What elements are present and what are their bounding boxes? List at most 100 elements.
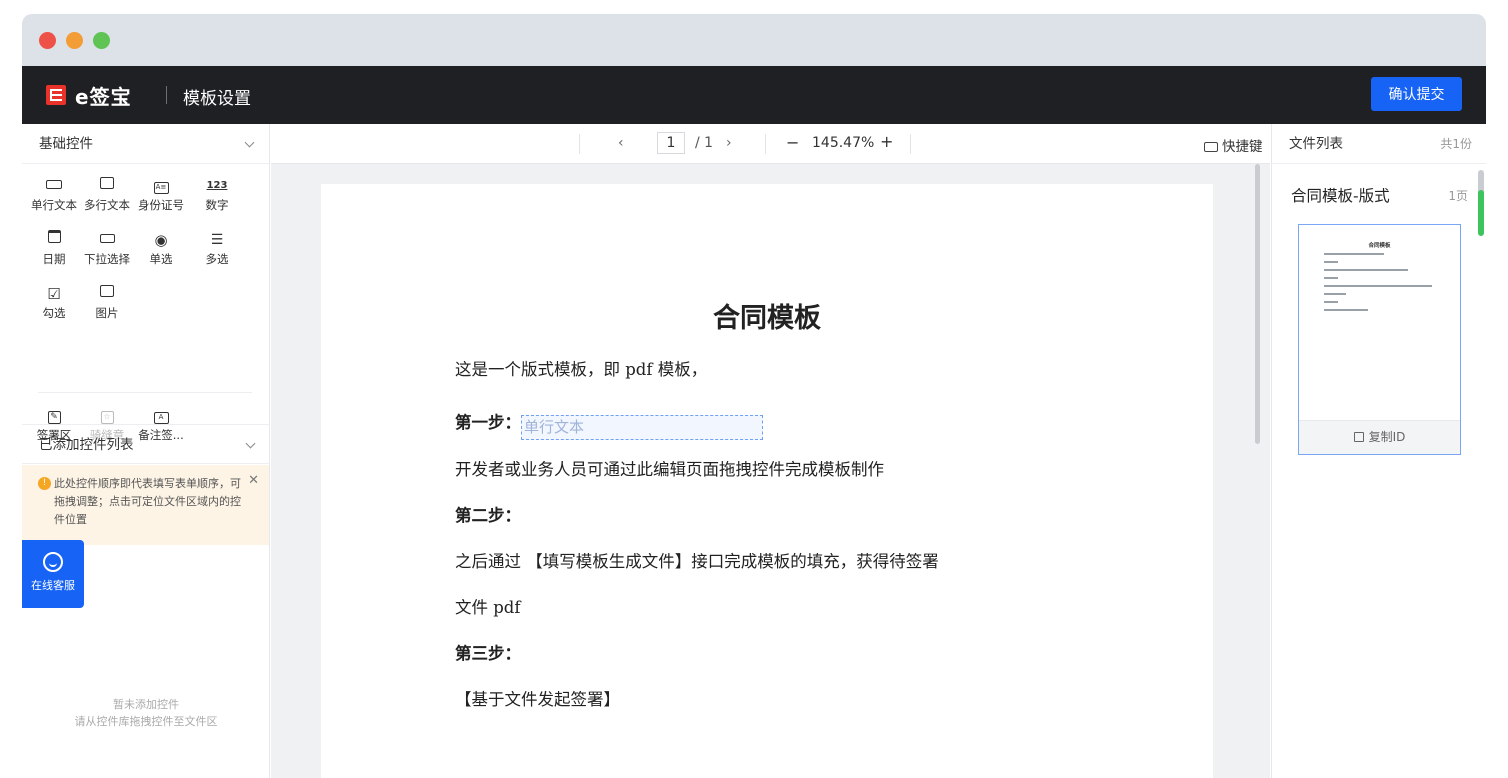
control-group-divider bbox=[38, 392, 252, 393]
doc-paragraph: 之后通过 【填写模板生成文件】接口完成模板的填充，获得待签署 bbox=[455, 552, 939, 571]
app-window: e签宝 模板设置 确认提交 基础控件 单行文本 多行文本 A≡ 身份证号 123… bbox=[22, 14, 1486, 778]
number-icon: 123 bbox=[206, 180, 228, 191]
added-controls-title: 已添加控件列表 bbox=[39, 437, 134, 453]
single-line-text-field[interactable]: 单行文本 bbox=[521, 415, 763, 440]
file-list-title: 文件列表 bbox=[1289, 136, 1343, 152]
confirm-submit-button[interactable]: 确认提交 bbox=[1371, 77, 1462, 111]
notice-text: 此处控件顺序即代表填写表单顺序，可拖拽调整；点击可定位文件区域内的控件位置 bbox=[54, 477, 241, 526]
thumbnail-line bbox=[1324, 261, 1338, 263]
document-toolbar: ‹ 1 / 1 › − 145.47% + 快捷键 bbox=[271, 124, 1270, 164]
file-page-count: 1页 bbox=[1448, 189, 1468, 203]
seal-icon: ☆ bbox=[80, 406, 134, 426]
app-header: e签宝 模板设置 确认提交 bbox=[22, 66, 1486, 124]
multi-line-text-icon bbox=[80, 176, 134, 196]
file-list-scroll-indicator bbox=[1478, 190, 1484, 236]
toolbar-divider bbox=[910, 134, 911, 154]
page-title: 模板设置 bbox=[183, 89, 251, 109]
control-checkbox[interactable]: ☑ 勾选 bbox=[27, 284, 81, 321]
added-controls-header[interactable]: 已添加控件列表 bbox=[22, 424, 270, 464]
close-icon[interactable]: ✕ bbox=[248, 472, 259, 490]
close-window-button[interactable] bbox=[39, 32, 56, 49]
thumbnail-line bbox=[1324, 253, 1384, 255]
control-library: 单行文本 多行文本 A≡ 身份证号 123 数字 日期 下拉选择 ◉ 单选 ☰ … bbox=[22, 164, 269, 442]
basic-controls-title: 基础控件 bbox=[39, 136, 93, 152]
copy-id-label: 复制ID bbox=[1368, 430, 1406, 444]
doc-paragraph: 文件 pdf bbox=[455, 598, 521, 617]
control-id-number[interactable]: A≡ 身份证号 bbox=[134, 176, 188, 213]
control-multi-select[interactable]: ☰ 多选 bbox=[190, 230, 244, 267]
thumbnail-line bbox=[1324, 293, 1346, 295]
file-name[interactable]: 合同模板-版式 bbox=[1291, 184, 1390, 206]
shortcut-keys-button[interactable]: 快捷键 bbox=[1204, 135, 1263, 155]
checkbox-icon: ☑ bbox=[47, 285, 61, 303]
maximize-window-button[interactable] bbox=[93, 32, 110, 49]
online-service-label: 在线客服 bbox=[31, 579, 75, 592]
control-number[interactable]: 123 数字 bbox=[190, 176, 244, 213]
page-number-input[interactable]: 1 bbox=[657, 132, 685, 154]
minimize-window-button[interactable] bbox=[66, 32, 83, 49]
file-list-header: 文件列表 共1份 bbox=[1272, 124, 1486, 164]
sign-area-icon: ✎ bbox=[27, 406, 81, 426]
step-two-label: 第二步： bbox=[455, 506, 521, 525]
page-thumbnail[interactable]: 合同模板 复制ID bbox=[1298, 224, 1461, 455]
calendar-icon bbox=[27, 230, 81, 250]
chevron-down-icon[interactable] bbox=[245, 438, 256, 449]
window-titlebar bbox=[22, 14, 1486, 66]
doc-paragraph: 【基于文件发起签署】 bbox=[455, 690, 620, 709]
doc-paragraph: 开发者或业务人员可通过此编辑页面拖拽控件完成模板制作 bbox=[455, 460, 884, 479]
header-divider bbox=[166, 86, 167, 104]
document-title: 合同模板 bbox=[713, 303, 821, 334]
info-icon: ! bbox=[38, 477, 51, 490]
radio-icon: ◉ bbox=[154, 231, 168, 249]
document-scrollbar[interactable] bbox=[1255, 164, 1260, 444]
control-date[interactable]: 日期 bbox=[27, 230, 81, 267]
keyboard-icon bbox=[1204, 142, 1218, 152]
dropdown-icon bbox=[80, 230, 134, 250]
image-icon bbox=[80, 284, 134, 304]
prev-page-button[interactable]: ‹ bbox=[618, 135, 624, 151]
control-image[interactable]: 图片 bbox=[80, 284, 134, 321]
empty-title: 暂未添加控件 bbox=[113, 698, 179, 711]
copy-id-button[interactable]: 复制ID bbox=[1299, 420, 1460, 454]
empty-hint: 请从控件库拖拽控件至文件区 bbox=[74, 715, 218, 728]
headset-icon bbox=[43, 552, 63, 572]
zoom-level: 145.47% bbox=[812, 135, 875, 151]
note-sign-icon: A bbox=[134, 406, 188, 426]
file-count: 共1份 bbox=[1440, 137, 1472, 151]
thumbnail-line bbox=[1324, 301, 1338, 303]
page-total: / 1 bbox=[695, 135, 714, 151]
thumbnail-line bbox=[1324, 285, 1432, 287]
thumbnail-title: 合同模板 bbox=[1368, 243, 1391, 249]
online-service-button[interactable]: 在线客服 bbox=[22, 540, 84, 608]
checklist-icon: ☰ bbox=[210, 232, 224, 248]
control-single-line-text[interactable]: 单行文本 bbox=[27, 176, 81, 213]
control-radio[interactable]: ◉ 单选 bbox=[134, 230, 188, 267]
doc-paragraph: 这是一个版式模板，即 pdf 模板， bbox=[455, 360, 708, 379]
left-sidebar: 基础控件 单行文本 多行文本 A≡ 身份证号 123 数字 日期 下拉选择 ◉ … bbox=[22, 124, 270, 778]
thumbnail-line bbox=[1324, 309, 1368, 311]
zoom-in-button[interactable]: + bbox=[880, 132, 893, 151]
copy-icon bbox=[1353, 432, 1364, 442]
chevron-down-icon[interactable] bbox=[244, 137, 255, 148]
toolbar-divider bbox=[765, 134, 766, 154]
toolbar-divider bbox=[579, 134, 580, 154]
thumbnail-line bbox=[1324, 269, 1408, 271]
brand-logo-icon bbox=[46, 85, 66, 105]
next-page-button[interactable]: › bbox=[726, 135, 732, 151]
control-dropdown[interactable]: 下拉选择 bbox=[80, 230, 134, 267]
file-list-panel: 文件列表 共1份 合同模板-版式 1页 合同模板 复制ID bbox=[1271, 124, 1486, 778]
basic-controls-header[interactable]: 基础控件 bbox=[22, 124, 269, 164]
document-page: 合同模板 这是一个版式模板，即 pdf 模板， 第一步： 单行文本 开发者或业务人… bbox=[321, 184, 1213, 778]
doc-step-one: 第一步： 单行文本 bbox=[455, 409, 763, 440]
brand-name: e签宝 bbox=[75, 85, 132, 109]
zoom-out-button[interactable]: − bbox=[786, 133, 799, 152]
thumbnail-line bbox=[1324, 277, 1338, 279]
id-card-icon: A≡ bbox=[134, 176, 188, 196]
control-multi-line-text[interactable]: 多行文本 bbox=[80, 176, 134, 213]
step-one-label: 第一步： bbox=[455, 413, 521, 432]
document-workspace: ‹ 1 / 1 › − 145.47% + 快捷键 合同模板 这是一个版式模板，… bbox=[271, 124, 1270, 778]
single-line-text-icon bbox=[27, 176, 81, 196]
empty-state: 暂未添加控件 请从控件库拖拽控件至文件区 bbox=[22, 696, 270, 730]
step-three-label: 第三步： bbox=[455, 644, 521, 663]
shortcut-label: 快捷键 bbox=[1222, 139, 1263, 155]
